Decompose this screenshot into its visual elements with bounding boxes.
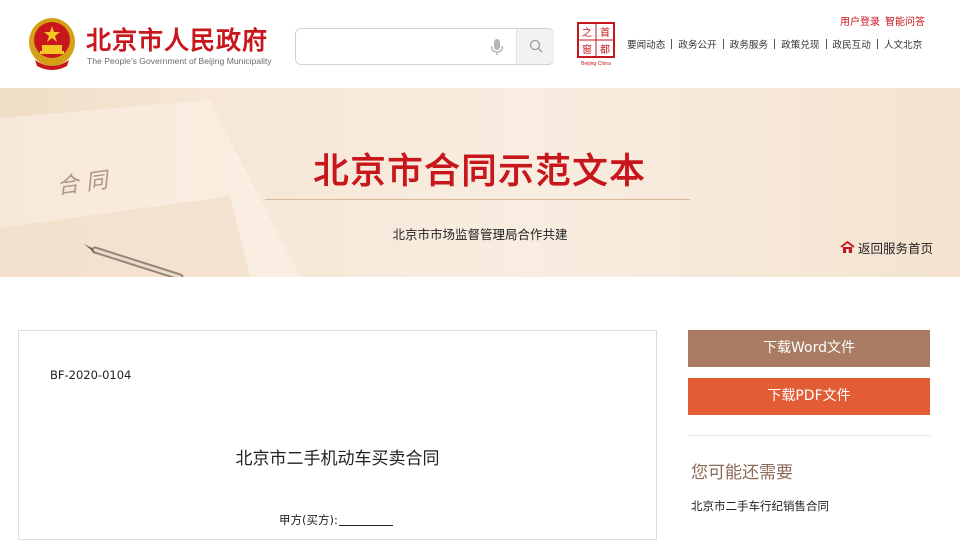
nav-item-services[interactable]: 政务服务 — [730, 37, 768, 51]
nav-divider — [722, 39, 724, 49]
search-button[interactable] — [516, 29, 554, 64]
smart-qa-link[interactable]: 智能问答 — [885, 13, 925, 28]
svg-text:首: 首 — [600, 26, 610, 39]
page-banner: 合 同 北京市合同示范文本 北京市市场监督管理局合作共建 返回服务首页 — [0, 88, 960, 277]
login-link[interactable]: 用户登录 — [840, 13, 880, 28]
site-title[interactable]: 北京市人民政府 — [86, 21, 268, 57]
download-word-button[interactable]: 下载Word文件 — [688, 330, 930, 367]
back-to-services-label: 返回服务首页 — [858, 240, 934, 256]
nav-divider — [774, 39, 776, 49]
title-divider — [265, 199, 690, 200]
svg-text:窗: 窗 — [582, 43, 592, 56]
page-title: 北京市合同示范文本 — [313, 152, 647, 192]
related-link[interactable]: 北京市二手车行纪销售合同 — [691, 498, 829, 514]
contract-code: BF-2020-0104 — [50, 368, 132, 382]
microphone-icon[interactable] — [488, 37, 506, 57]
contract-preview: BF-2020-0104 北京市二手机动车买卖合同 甲方(买方): — [18, 330, 657, 540]
nav-item-culture[interactable]: 人文北京 — [884, 37, 922, 51]
nav-divider — [671, 39, 673, 49]
nav-divider — [825, 39, 827, 49]
svg-text:都: 都 — [600, 44, 610, 56]
sidebar-divider — [688, 435, 930, 436]
party-a-line: 甲方(买方): — [279, 512, 393, 528]
site-header: 北京市人民政府 The People's Government of Beiji… — [0, 0, 960, 88]
search-icon — [529, 39, 543, 53]
download-pdf-button[interactable]: 下载PDF文件 — [688, 378, 930, 415]
capital-seal-logo[interactable]: 之 首 窗 都 Beijing·China — [574, 21, 618, 67]
back-to-services-link[interactable]: 返回服务首页 — [840, 238, 933, 256]
home-icon — [840, 241, 855, 253]
nav-item-news[interactable]: 要闻动态 — [627, 37, 665, 51]
nav-divider — [876, 39, 878, 49]
nav-item-policy[interactable]: 政策兑现 — [781, 37, 819, 51]
party-a-label: 甲方(买方): — [279, 513, 338, 527]
contract-title: 北京市二手机动车买卖合同 — [235, 449, 440, 469]
related-heading: 您可能还需要 — [691, 463, 793, 483]
nav-item-interaction[interactable]: 政民互动 — [833, 37, 871, 51]
seal-caption: Beijing·China — [581, 61, 611, 67]
site-subtitle: The People's Government of Beijing Munic… — [87, 56, 272, 66]
top-nav: 要闻动态 政务公开 政务服务 政策兑现 政民互动 人文北京 — [627, 37, 922, 51]
svg-text:之: 之 — [582, 26, 592, 39]
nav-item-open-government[interactable]: 政务公开 — [678, 37, 716, 51]
page-subtitle: 北京市市场监督管理局合作共建 — [392, 227, 568, 242]
search-input[interactable] — [304, 36, 484, 58]
party-a-blank — [338, 514, 393, 526]
national-emblem-icon[interactable] — [27, 16, 77, 72]
